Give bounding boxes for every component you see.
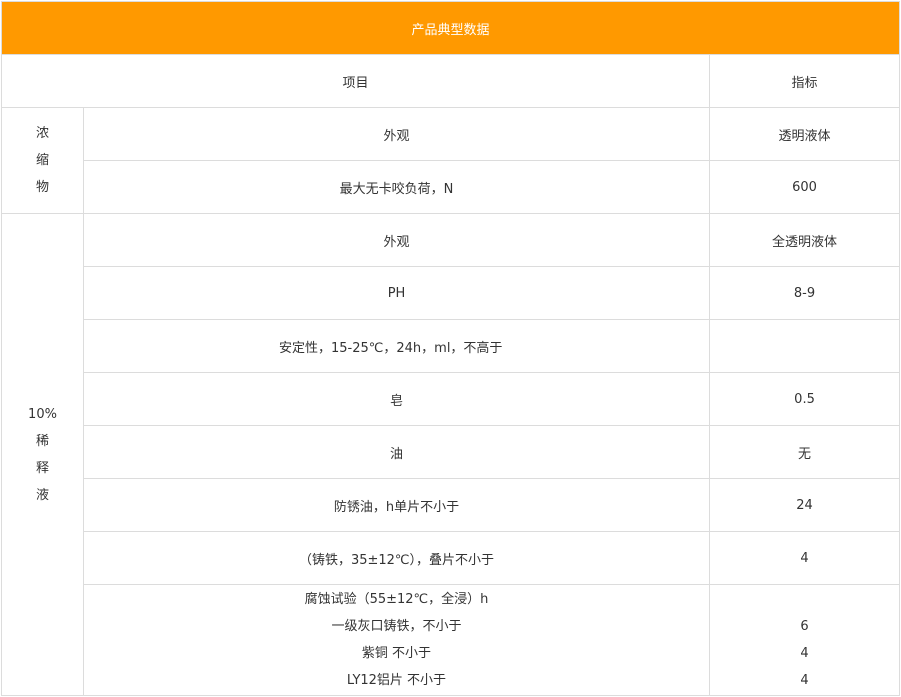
row-item: 外观 — [83, 107, 710, 161]
table-row: 防锈油，h单片不小于 24 — [2, 478, 901, 532]
concentrate-label: 浓 缩 物 — [1, 107, 84, 214]
corrosion-values: 6 4 4 — [708, 584, 901, 696]
row-value: 8-9 — [708, 266, 901, 320]
corrosion-value-line: 4 — [800, 673, 809, 688]
corrosion-items: 腐蚀试验（55±12℃，全浸）h 一级灰口铸铁，不小于 紫铜 不小于 LY12铝… — [83, 584, 710, 696]
row-item: 防锈油，h单片不小于 — [83, 478, 710, 532]
label-char: 稀 — [35, 433, 49, 449]
row-value: 4 — [708, 531, 901, 585]
row-value — [708, 319, 901, 373]
row-item: PH — [83, 266, 710, 320]
table-row: 10% 稀 释 液 外观 全透明液体 — [1, 213, 901, 696]
label-char: 物 — [35, 180, 49, 195]
corrosion-item-line: 一级灰口铸铁，不小于 — [331, 619, 462, 634]
corrosion-item-line: 紫铜 不小于 — [361, 646, 432, 661]
row-value: 透明液体 — [708, 107, 901, 161]
corrosion-item-line: LY12铝片 不小于 — [346, 673, 447, 688]
row-value: 0.5 — [708, 372, 901, 426]
row-value: 无 — [708, 425, 901, 479]
header-item: 项目 — [1, 54, 710, 108]
label-char: 液 — [35, 487, 49, 503]
row-item: 皂 — [83, 372, 710, 426]
label-char: 缩 — [35, 153, 49, 168]
label-char: 浓 — [35, 126, 49, 141]
table-title: 产品典型数据 — [0, 1, 901, 55]
row-item: 油 — [83, 425, 710, 479]
header-indicator: 指标 — [708, 54, 901, 108]
corrosion-value-line: 4 — [800, 646, 809, 661]
table-title-row: 产品典型数据 — [0, 1, 901, 55]
table-row: 浓 缩 物 外观 透明液体 — [1, 107, 901, 214]
row-item: 外观 — [83, 213, 710, 267]
row-value: 全透明液体 — [708, 213, 901, 267]
header-row: 项目 指标 — [1, 54, 901, 108]
label-line: 10% — [28, 406, 57, 422]
corrosion-item-line: 腐蚀试验（55±12℃，全浸）h — [304, 592, 489, 607]
table-row: 油 无 — [2, 425, 901, 479]
table-row: 安定性，15-25℃，24h，ml，不高于 — [2, 319, 901, 373]
row-value: 600 — [708, 160, 901, 214]
row-item: 安定性，15-25℃，24h，ml，不高于 — [83, 319, 710, 373]
corrosion-value-line: 6 — [800, 619, 809, 634]
corrosion-value-line — [710, 586, 899, 613]
row-item: （铸铁，35±12℃），叠片不小于 — [83, 531, 710, 585]
row-item: 最大无卡咬负荷，N — [83, 160, 710, 214]
table-row: PH 8-9 — [2, 266, 901, 320]
table-row: 最大无卡咬负荷，N 600 — [2, 160, 901, 214]
label-char: 释 — [35, 460, 49, 476]
table-row-corrosion: 腐蚀试验（55±12℃，全浸）h 一级灰口铸铁，不小于 紫铜 不小于 LY12铝… — [2, 584, 901, 696]
table-row: （铸铁，35±12℃），叠片不小于 4 — [2, 531, 901, 585]
row-value: 24 — [708, 478, 901, 532]
dilution-label: 10% 稀 释 液 — [1, 213, 84, 696]
table-row: 皂 0.5 — [2, 372, 901, 426]
product-data-table: 产品典型数据 项目 指标 浓 缩 物 外观 透明液体 最大无卡咬负荷，N 600… — [0, 1, 901, 696]
